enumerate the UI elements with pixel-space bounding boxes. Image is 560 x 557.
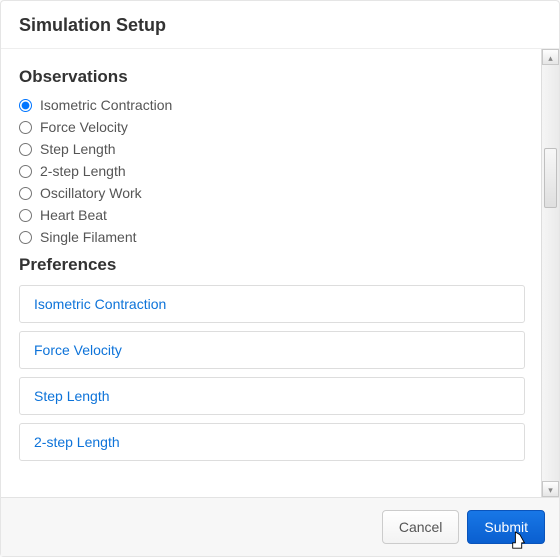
radio-icon[interactable] [19, 231, 32, 244]
modal-title: Simulation Setup [19, 15, 541, 36]
observation-option-step-length[interactable]: Step Length [19, 141, 525, 157]
preference-item-2-step-length[interactable]: 2-step Length [19, 423, 525, 461]
preference-item-step-length[interactable]: Step Length [19, 377, 525, 415]
radio-icon[interactable] [19, 165, 32, 178]
modal-header: Simulation Setup [1, 1, 559, 49]
observation-label: Oscillatory Work [40, 185, 142, 201]
preference-item-force-velocity[interactable]: Force Velocity [19, 331, 525, 369]
observation-label: 2-step Length [40, 163, 126, 179]
radio-icon[interactable] [19, 187, 32, 200]
observation-option-heart-beat[interactable]: Heart Beat [19, 207, 525, 223]
observation-option-force-velocity[interactable]: Force Velocity [19, 119, 525, 135]
observation-label: Isometric Contraction [40, 97, 172, 113]
observation-label: Heart Beat [40, 207, 107, 223]
preference-label: Isometric Contraction [34, 296, 166, 312]
preference-label: Force Velocity [34, 342, 122, 358]
modal-body-wrap: Observations Isometric Contraction Force… [1, 49, 559, 497]
scroll-thumb[interactable] [544, 148, 557, 208]
observation-option-2-step-length[interactable]: 2-step Length [19, 163, 525, 179]
radio-icon[interactable] [19, 209, 32, 222]
cancel-button[interactable]: Cancel [382, 510, 460, 544]
radio-icon[interactable] [19, 99, 32, 112]
vertical-scrollbar[interactable]: ▴ ▾ [541, 49, 559, 497]
simulation-setup-modal: Simulation Setup Observations Isometric … [0, 0, 560, 557]
observation-label: Single Filament [40, 229, 137, 245]
submit-button[interactable]: Submit [467, 510, 545, 544]
preferences-heading: Preferences [19, 255, 525, 275]
preference-item-isometric-contraction[interactable]: Isometric Contraction [19, 285, 525, 323]
preference-label: Step Length [34, 388, 110, 404]
observation-label: Force Velocity [40, 119, 128, 135]
observation-option-single-filament[interactable]: Single Filament [19, 229, 525, 245]
scroll-down-arrow-icon[interactable]: ▾ [542, 481, 559, 497]
observation-option-oscillatory-work[interactable]: Oscillatory Work [19, 185, 525, 201]
preference-label: 2-step Length [34, 434, 120, 450]
radio-icon[interactable] [19, 143, 32, 156]
observation-label: Step Length [40, 141, 116, 157]
modal-body: Observations Isometric Contraction Force… [1, 49, 541, 497]
observations-heading: Observations [19, 67, 525, 87]
modal-footer: Cancel Submit [1, 497, 559, 556]
radio-icon[interactable] [19, 121, 32, 134]
scroll-up-arrow-icon[interactable]: ▴ [542, 49, 559, 65]
observation-option-isometric-contraction[interactable]: Isometric Contraction [19, 97, 525, 113]
